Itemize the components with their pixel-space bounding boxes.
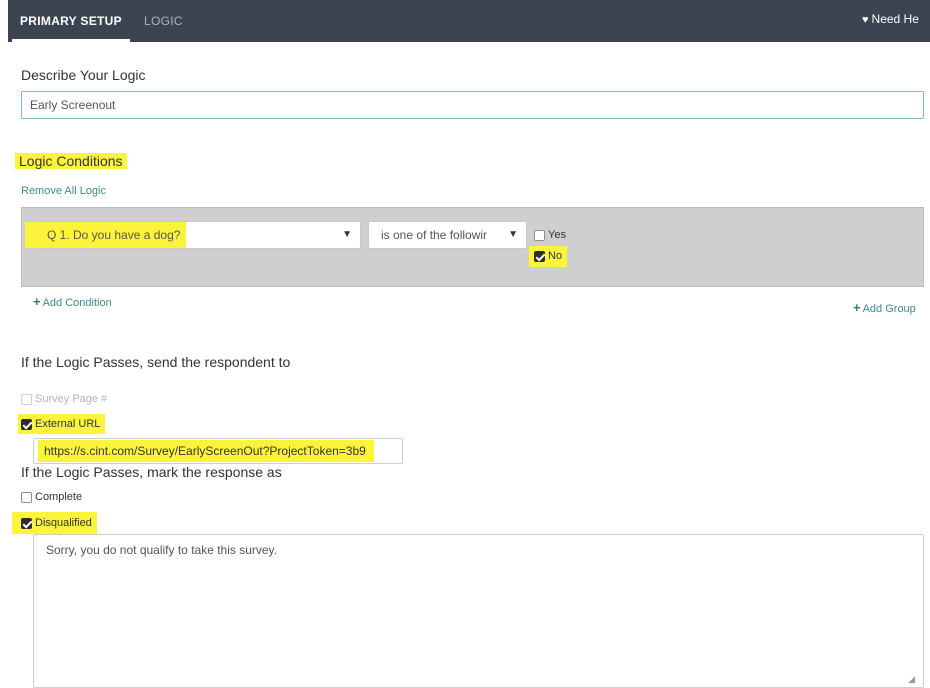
option-no-label: No [548, 250, 563, 262]
add-group-label: Add Group [862, 303, 916, 315]
option-survey-page[interactable]: Survey Page # [21, 393, 107, 405]
option-external-url[interactable]: External URL [18, 414, 106, 434]
add-condition-button[interactable]: + Add Condition [33, 294, 112, 309]
option-no[interactable]: No [529, 246, 568, 267]
survey-page-checkbox[interactable] [21, 393, 32, 405]
disqualified-label: Disqualified [35, 517, 92, 530]
need-help-link[interactable]: ♥ Need He [862, 0, 919, 42]
plus-icon: + [33, 294, 41, 309]
add-condition-label: Add Condition [42, 297, 112, 309]
logic-conditions-heading-text: Logic Conditions [15, 153, 127, 169]
question-select-value: Q 1. Do you have a dog? [25, 222, 187, 248]
disqualified-message-text: Sorry, you do not qualify to take this s… [46, 543, 277, 557]
disqualified-message-textarea[interactable]: Sorry, you do not qualify to take this s… [33, 534, 924, 688]
add-group-button[interactable]: + Add Group [853, 300, 916, 315]
chevron-down-icon: ▼ [342, 229, 352, 240]
logic-conditions-heading: Logic Conditions [15, 150, 127, 172]
complete-checkbox[interactable] [21, 491, 32, 503]
chevron-down-icon: ▼ [508, 229, 518, 240]
question-select[interactable]: Q 1. Do you have a dog? ▼ [25, 221, 361, 249]
operator-select-value: is one of the followir [381, 228, 488, 242]
need-help-label: Need He [871, 12, 919, 26]
heart-icon: ♥ [862, 14, 869, 26]
mark-response-heading: If the Logic Passes, mark the response a… [21, 464, 282, 480]
option-yes-label: Yes [548, 229, 566, 242]
remove-all-logic-link[interactable]: Remove All Logic [21, 185, 106, 197]
tab-primary-setup[interactable]: PRIMARY SETUP [12, 0, 130, 42]
survey-page-label: Survey Page # [35, 393, 108, 406]
describe-logic-input[interactable] [21, 91, 924, 119]
tab-logic[interactable]: LOGIC [144, 0, 183, 42]
complete-label: Complete [35, 491, 83, 504]
option-disqualified[interactable]: Disqualified [12, 512, 97, 534]
external-url-checkbox[interactable] [21, 418, 32, 430]
plus-icon: + [853, 300, 861, 315]
yes-checkbox[interactable] [534, 229, 545, 241]
external-url-label: External URL [35, 418, 101, 431]
option-complete[interactable]: Complete [21, 491, 82, 503]
send-respondent-heading: If the Logic Passes, send the respondent… [21, 354, 291, 370]
describe-logic-label: Describe Your Logic [21, 67, 146, 83]
external-url-input[interactable]: https://s.cint.com/Survey/EarlyScreenOut… [33, 438, 403, 464]
no-checkbox[interactable] [534, 251, 545, 262]
resize-handle-icon[interactable]: ◢ [908, 674, 915, 685]
operator-select[interactable]: is one of the followir ▼ [368, 221, 527, 249]
option-yes[interactable]: Yes [534, 229, 566, 241]
disqualified-checkbox[interactable] [21, 517, 32, 529]
external-url-value: https://s.cint.com/Survey/EarlyScreenOut… [38, 440, 374, 462]
